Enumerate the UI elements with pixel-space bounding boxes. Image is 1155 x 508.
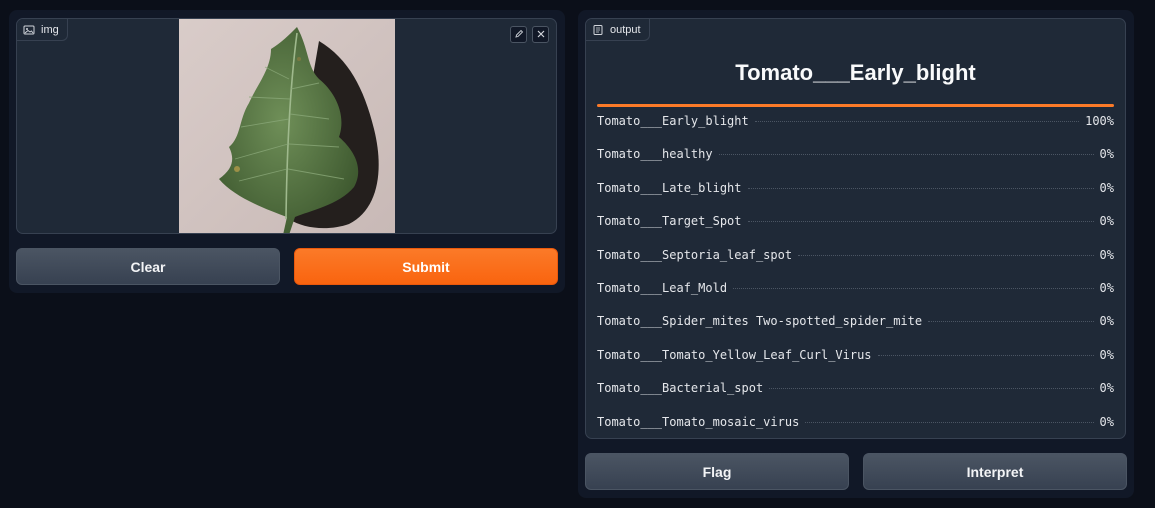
- confidence-line: Tomato___healthy 0%: [597, 147, 1114, 161]
- confidence-line: Tomato___Spider_mites Two-spotted_spider…: [597, 314, 1114, 328]
- confidence-row: Tomato___Leaf_Mold 0%: [597, 271, 1114, 304]
- confidence-row: Tomato___Bacterial_spot 0%: [597, 371, 1114, 404]
- submit-button[interactable]: Submit: [294, 248, 558, 285]
- confidence-row: Tomato___Early_blight 100%: [597, 104, 1114, 137]
- predicted-class: Tomato___Early_blight: [735, 60, 976, 85]
- close-icon: [536, 26, 546, 44]
- label-output: output Tomato___Early_blight Tomato___Ea…: [585, 18, 1126, 439]
- confidence-label: Tomato___Bacterial_spot: [597, 381, 764, 396]
- confidence-line: Tomato___Tomato_mosaic_virus 0%: [597, 415, 1114, 429]
- image-input[interactable]: img: [16, 18, 557, 234]
- interpret-button[interactable]: Interpret: [863, 453, 1127, 490]
- confidence-value: 0%: [1099, 214, 1114, 229]
- confidence-line: Tomato___Target_Spot 0%: [597, 214, 1114, 228]
- confidence-value: 0%: [1099, 347, 1114, 362]
- output-panel: output Tomato___Early_blight Tomato___Ea…: [578, 10, 1134, 498]
- image-input-label: img: [17, 19, 68, 41]
- remove-image-button[interactable]: [532, 26, 549, 43]
- confidence-value: 0%: [1099, 381, 1114, 396]
- image-tools: [510, 26, 549, 43]
- dotted-leader: [733, 287, 1094, 289]
- confidence-label: Tomato___Leaf_Mold: [597, 280, 728, 295]
- confidence-bar: [597, 104, 1114, 107]
- edit-button[interactable]: [510, 26, 527, 43]
- confidence-value: 0%: [1099, 314, 1114, 329]
- confidence-row: Tomato___Tomato_Yellow_Leaf_Curl_Virus 0%: [597, 338, 1114, 371]
- clear-button[interactable]: Clear: [16, 248, 280, 285]
- dotted-leader: [718, 154, 1094, 156]
- dotted-leader: [877, 354, 1094, 356]
- confidence-row: Tomato___Septoria_leaf_spot 0%: [597, 238, 1114, 271]
- output-label: output: [586, 19, 650, 41]
- confidence-row: Tomato___Tomato_mosaic_virus 0%: [597, 405, 1114, 438]
- confidence-value: 0%: [1099, 180, 1114, 195]
- dotted-leader: [747, 187, 1094, 189]
- confidence-label: Tomato___Early_blight: [597, 114, 749, 128]
- confidence-value: 100%: [1085, 114, 1114, 128]
- confidence-line: Tomato___Tomato_Yellow_Leaf_Curl_Virus 0%: [597, 348, 1114, 362]
- confidence-value: 0%: [1099, 147, 1114, 162]
- dotted-leader: [805, 421, 1094, 423]
- confidence-row: Tomato___Spider_mites Two-spotted_spider…: [597, 304, 1114, 337]
- label-icon: [592, 24, 604, 36]
- confidence-value: 0%: [1099, 247, 1114, 262]
- dotted-leader: [798, 254, 1094, 256]
- confidence-row: Tomato___Target_Spot 0%: [597, 204, 1114, 237]
- confidence-row: Tomato___Late_blight 0%: [597, 171, 1114, 204]
- dotted-leader: [769, 388, 1094, 390]
- confidence-label: Tomato___Spider_mites Two-spotted_spider…: [597, 314, 923, 329]
- pencil-icon: [514, 26, 524, 44]
- dotted-leader: [928, 321, 1094, 323]
- confidence-label: Tomato___Tomato_mosaic_virus: [597, 414, 800, 429]
- confidence-label: Tomato___Tomato_Yellow_Leaf_Curl_Virus: [597, 347, 872, 362]
- confidence-label: Tomato___Late_blight: [597, 180, 742, 195]
- confidence-line: Tomato___Late_blight 0%: [597, 181, 1114, 195]
- confidence-value: 0%: [1099, 280, 1114, 295]
- dotted-leader: [747, 221, 1094, 223]
- flag-button[interactable]: Flag: [585, 453, 849, 490]
- output-label-text: output: [610, 23, 641, 36]
- image-input-label-text: img: [41, 23, 59, 36]
- confidence-line: Tomato___Septoria_leaf_spot 0%: [597, 248, 1114, 262]
- image-icon: [23, 24, 35, 36]
- confidence-line: Tomato___Leaf_Mold 0%: [597, 281, 1114, 295]
- tomato-leaf-image: [179, 19, 395, 233]
- confidence-line: Tomato___Early_blight 100%: [597, 114, 1114, 128]
- confidence-label: Tomato___Target_Spot: [597, 214, 742, 229]
- dotted-leader: [754, 121, 1080, 122]
- confidence-list: Tomato___Early_blight 100% Tomato___health…: [597, 104, 1114, 438]
- input-panel: img Clear Submit: [9, 10, 565, 293]
- confidence-value: 0%: [1099, 414, 1114, 429]
- confidence-row: Tomato___healthy 0%: [597, 137, 1114, 170]
- confidence-label: Tomato___healthy: [597, 147, 713, 162]
- confidence-label: Tomato___Septoria_leaf_spot: [597, 247, 793, 262]
- confidence-line: Tomato___Bacterial_spot 0%: [597, 381, 1114, 395]
